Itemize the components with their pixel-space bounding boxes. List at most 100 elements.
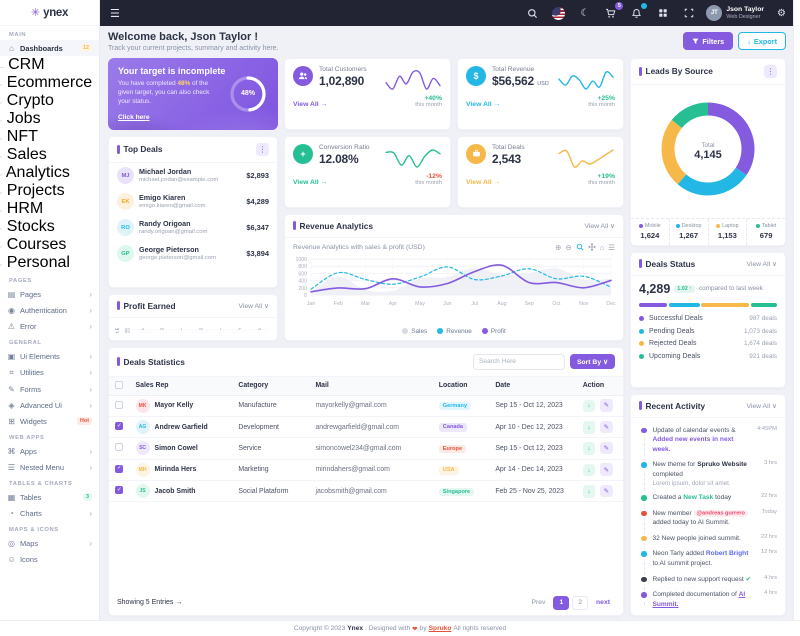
user-menu[interactable]: JT Json Taylor Web Designer xyxy=(706,5,764,21)
spruko-link[interactable]: Spruko xyxy=(429,625,452,632)
column-header[interactable]: Category xyxy=(232,376,310,396)
row-checkbox[interactable] xyxy=(115,464,123,473)
sidebar-item[interactable]: ◈ Advanced Ui › xyxy=(0,397,99,413)
sidebar-child-item[interactable]: – CRM xyxy=(0,56,99,74)
sidebar-item[interactable]: ◉ Authentication › xyxy=(0,302,99,318)
dark-mode-icon[interactable]: ☾ xyxy=(576,5,593,22)
profit-earned-title: Profit Earned xyxy=(117,301,176,311)
legend-item-sales[interactable]: Sales xyxy=(402,328,427,335)
sort-by-button[interactable]: Sort By ∨ xyxy=(569,354,615,369)
fullscreen-icon[interactable] xyxy=(680,5,697,22)
sidebar-child-item[interactable]: ◦ HRM xyxy=(0,200,99,218)
sidebar-item[interactable]: ⊞ Widgets Hot › xyxy=(0,413,99,429)
legend-cell: Desktop 1,267 xyxy=(670,219,709,245)
bullet-icon: ◦ xyxy=(0,244,3,251)
filters-button[interactable]: Filters xyxy=(683,32,734,51)
deals-statistics-card: Deals Statistics Sort By ∨ xyxy=(108,346,624,616)
list-item[interactable]: RO Randy Origoan randy.origoan@gmail.com… xyxy=(109,215,277,241)
chart-menu-icon[interactable]: ☰ xyxy=(608,243,615,253)
settings-gear-icon[interactable]: ⚙ xyxy=(773,5,790,22)
row-checkbox[interactable] xyxy=(115,486,123,495)
sidebar-item[interactable]: ✎ Forms › xyxy=(0,381,99,397)
sidebar-item[interactable]: ▦ Tables 3 › xyxy=(0,489,99,505)
list-item[interactable]: MJ Michael Jordan michael.jordan@example… xyxy=(109,163,277,189)
edit-action-button[interactable]: ✎ xyxy=(600,420,613,434)
search-input[interactable] xyxy=(472,353,565,370)
next-page-button[interactable]: next xyxy=(591,597,615,609)
pan-icon[interactable] xyxy=(587,242,596,253)
notifications-bell-icon[interactable] xyxy=(628,2,648,22)
kebab-menu-icon[interactable]: ⋮ xyxy=(764,64,777,78)
row-checkbox[interactable] xyxy=(115,443,123,452)
column-header[interactable]: Action xyxy=(576,376,623,396)
legend-item-revenue[interactable]: Revenue xyxy=(437,328,472,335)
view-all-dropdown[interactable]: View All ∨ xyxy=(238,302,269,310)
view-all-link[interactable]: View All → xyxy=(293,101,327,108)
scrollbar-track[interactable] xyxy=(793,0,800,620)
column-header[interactable]: Location xyxy=(432,376,490,396)
zoom-in-icon[interactable]: ⊕ xyxy=(555,243,561,253)
sidebar-child-item[interactable]: ◦ Personal xyxy=(0,254,99,272)
target-click-here-link[interactable]: Click here xyxy=(118,114,150,121)
sidebar-item[interactable]: ◔ Charts › xyxy=(0,505,99,521)
sidebar-item[interactable]: ⚠ Error › xyxy=(0,318,99,334)
view-all-dropdown[interactable]: View All ∨ xyxy=(584,222,615,230)
select-all-checkbox[interactable] xyxy=(115,380,123,389)
sidebar-child-item[interactable]: ◦ Projects xyxy=(0,182,99,200)
sidebar-child-item[interactable]: ◦ NFT xyxy=(0,128,99,146)
view-all-dropdown[interactable]: View All ∨ xyxy=(746,402,777,410)
export-button[interactable]: ↓ Export xyxy=(738,32,786,51)
download-action-button[interactable]: ↓ xyxy=(582,463,596,477)
zoom-out-icon[interactable]: ⊖ xyxy=(565,243,571,253)
edit-action-button[interactable]: ✎ xyxy=(600,484,613,498)
sidebar-item[interactable]: ▤ Pages › xyxy=(0,286,99,302)
sidebar-item[interactable]: ⌂ Dashboards 12 › xyxy=(0,40,99,56)
sidebar-item[interactable]: ☺ Icons › xyxy=(0,551,99,567)
kebab-menu-icon[interactable]: ⋮ xyxy=(256,142,269,156)
language-flag-icon[interactable] xyxy=(550,5,567,22)
sidebar-child-item[interactable]: ◦ Analytics xyxy=(0,164,99,182)
sidebar-child-item[interactable]: ◦ Ecommerce xyxy=(0,74,99,92)
page-1-button[interactable]: 1 xyxy=(553,595,570,610)
sidebar-item[interactable]: ⌗ Utilities › xyxy=(0,364,99,381)
search-icon[interactable] xyxy=(524,5,541,22)
prev-page-button[interactable]: Prev xyxy=(526,597,550,609)
sidebar-child-item[interactable]: ◦ Crypto xyxy=(0,92,99,110)
row-checkbox[interactable] xyxy=(115,400,123,409)
brand-logo[interactable]: ✳ ynex xyxy=(0,0,99,26)
edit-action-button[interactable]: ✎ xyxy=(600,399,613,412)
edit-action-button[interactable]: ✎ xyxy=(600,463,613,476)
list-item[interactable]: EK Emigo Kiaren emigo.kiaren@gmail.com $… xyxy=(109,189,277,215)
column-header[interactable]: Date xyxy=(489,376,577,396)
target-banner[interactable]: Your target is incomplete You have compl… xyxy=(108,58,278,130)
cart-icon[interactable]: 5 xyxy=(602,1,624,22)
sidebar-item[interactable]: ⌘ Apps › xyxy=(0,443,99,459)
view-all-link[interactable]: View All → xyxy=(293,179,327,186)
sidebar-item[interactable]: ☰ Nested Menu › xyxy=(0,459,99,475)
download-action-button[interactable]: ↓ xyxy=(582,399,596,413)
column-header[interactable]: Mail xyxy=(309,376,433,396)
sidebar-child-item[interactable]: ◦ Sales xyxy=(0,146,99,164)
sidebar-child-item[interactable]: ◦ Jobs xyxy=(0,110,99,128)
selection-zoom-icon[interactable] xyxy=(576,243,584,253)
edit-action-button[interactable]: ✎ xyxy=(600,441,613,455)
legend-item-profit[interactable]: Profit xyxy=(481,328,506,335)
view-all-link[interactable]: View All → xyxy=(466,179,500,186)
download-action-button[interactable]: ↓ xyxy=(582,485,596,498)
apps-grid-icon[interactable] xyxy=(654,5,671,22)
sidebar-child-item[interactable]: ◦ Stocks xyxy=(0,218,99,236)
svg-text:0: 0 xyxy=(304,293,307,299)
page-2-button[interactable]: 2 xyxy=(572,595,589,610)
sidebar-item[interactable]: ▣ Ui Elements › xyxy=(0,348,99,364)
menu-toggle-icon[interactable]: ☰ xyxy=(110,7,120,20)
download-action-button[interactable]: ↓ xyxy=(582,421,596,434)
view-all-dropdown[interactable]: View All ∨ xyxy=(746,260,777,268)
view-all-link[interactable]: View All → xyxy=(466,101,500,108)
column-header[interactable]: Sales Rep xyxy=(129,376,233,396)
sidebar-child-item[interactable]: ◦ Courses xyxy=(0,236,99,254)
sidebar-item[interactable]: ◎ Maps › xyxy=(0,535,99,551)
list-item[interactable]: GP George Pieterson george.pieterson@gma… xyxy=(109,241,277,267)
home-reset-icon[interactable]: ⌂ xyxy=(600,243,605,253)
row-checkbox[interactable] xyxy=(115,422,123,431)
download-action-button[interactable]: ↓ xyxy=(582,442,596,455)
